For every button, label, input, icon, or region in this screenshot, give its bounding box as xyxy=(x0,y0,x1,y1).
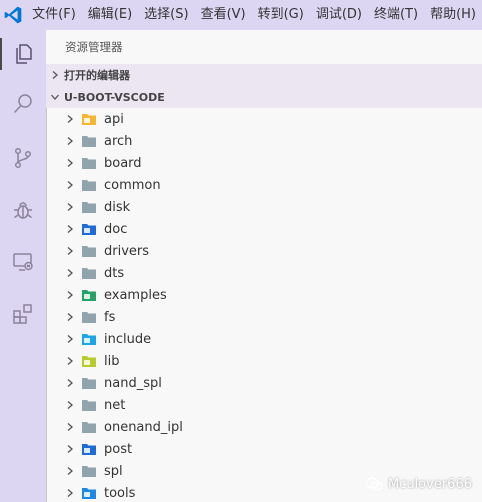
tree-item-label: doc xyxy=(104,221,128,237)
tree-item-label: include xyxy=(104,331,152,347)
explorer-icon[interactable] xyxy=(0,32,46,76)
chevron-right-icon xyxy=(63,466,77,476)
tree-item-label: dts xyxy=(104,265,125,281)
activity-bar xyxy=(0,30,46,502)
folder-icon xyxy=(81,419,97,435)
chevron-right-icon xyxy=(63,378,77,388)
folder-icon xyxy=(81,155,97,171)
tree-item-label: board xyxy=(104,155,142,171)
menu-go[interactable]: 转到(G) xyxy=(252,0,310,30)
folder-icon xyxy=(81,309,97,325)
chevron-right-icon xyxy=(63,224,77,234)
folder-icon xyxy=(81,111,97,127)
tree-folder-common[interactable]: common xyxy=(47,174,482,196)
tree-item-label: examples xyxy=(104,287,167,303)
menu-view[interactable]: 查看(V) xyxy=(195,0,252,30)
source-control-icon[interactable] xyxy=(0,136,46,180)
chevron-right-icon xyxy=(63,312,77,322)
explorer-title: 资源管理器 xyxy=(65,40,123,54)
folder-icon xyxy=(81,353,97,369)
tree-folder-arch[interactable]: arch xyxy=(47,130,482,152)
tree-item-label: post xyxy=(104,441,133,457)
tree-folder-fs[interactable]: fs xyxy=(47,306,482,328)
tree-folder-drivers[interactable]: drivers xyxy=(47,240,482,262)
chevron-right-icon xyxy=(63,356,77,366)
tree-item-label: nand_spl xyxy=(104,375,162,391)
open-editors-label: 打开的编辑器 xyxy=(64,69,130,82)
chevron-down-icon xyxy=(46,92,64,102)
folder-icon xyxy=(81,199,97,215)
debug-icon[interactable] xyxy=(0,188,46,232)
tree-item-label: api xyxy=(104,111,124,127)
menu-selection[interactable]: 选择(S) xyxy=(138,0,194,30)
chevron-right-icon xyxy=(63,268,77,278)
title-bar: 文件(F) 编辑(E) 选择(S) 查看(V) 转到(G) 调试(D) 终端(T… xyxy=(0,0,482,30)
open-editors-header[interactable]: 打开的编辑器 xyxy=(46,64,482,86)
chevron-right-icon xyxy=(63,400,77,410)
tree-folder-api[interactable]: api xyxy=(47,108,482,130)
tree-folder-disk[interactable]: disk xyxy=(47,196,482,218)
watermark-text: Mculover666 xyxy=(387,476,472,492)
tree-folder-onenand-ipl[interactable]: onenand_ipl xyxy=(47,416,482,438)
remote-explorer-icon[interactable] xyxy=(0,240,46,284)
tree-folder-net[interactable]: net xyxy=(47,394,482,416)
workspace-label: U-BOOT-VSCODE xyxy=(64,90,165,104)
wechat-icon xyxy=(365,476,383,492)
menu-debug[interactable]: 调试(D) xyxy=(310,0,368,30)
chevron-right-icon xyxy=(63,246,77,256)
chevron-right-icon xyxy=(63,114,77,124)
chevron-right-icon xyxy=(63,488,77,498)
folder-icon xyxy=(81,221,97,237)
tree-folder-post[interactable]: post xyxy=(47,438,482,460)
tree-folder-doc[interactable]: doc xyxy=(47,218,482,240)
tree-item-label: fs xyxy=(104,309,116,325)
folder-icon xyxy=(81,133,97,149)
vscode-logo-icon xyxy=(0,0,26,30)
explorer-sidebar: 资源管理器 打开的编辑器 U-BOOT-VSCODE api arch board c… xyxy=(46,30,482,502)
workspace-header[interactable]: U-BOOT-VSCODE xyxy=(46,86,482,108)
folder-icon xyxy=(81,331,97,347)
tree-folder-lib[interactable]: lib xyxy=(47,350,482,372)
folder-icon xyxy=(81,463,97,479)
chevron-right-icon xyxy=(63,136,77,146)
menu-file[interactable]: 文件(F) xyxy=(26,0,82,30)
folder-icon xyxy=(81,485,97,501)
folder-icon xyxy=(81,265,97,281)
chevron-right-icon xyxy=(46,70,64,80)
extensions-icon[interactable] xyxy=(0,292,46,336)
folder-icon xyxy=(81,441,97,457)
tree-item-label: arch xyxy=(104,133,133,149)
chevron-right-icon xyxy=(63,158,77,168)
tree-item-label: lib xyxy=(104,353,120,369)
menu-help[interactable]: 帮助(H) xyxy=(424,0,482,30)
tree-folder-dts[interactable]: dts xyxy=(47,262,482,284)
chevron-right-icon xyxy=(63,290,77,300)
folder-icon xyxy=(81,397,97,413)
tree-item-label: net xyxy=(104,397,126,413)
tree-folder-board[interactable]: board xyxy=(47,152,482,174)
tree-item-label: onenand_ipl xyxy=(104,419,183,435)
tree-item-label: tools xyxy=(104,485,136,501)
folder-icon xyxy=(81,287,97,303)
folder-icon xyxy=(81,375,97,391)
chevron-right-icon xyxy=(63,422,77,432)
tree-folder-nand-spl[interactable]: nand_spl xyxy=(47,372,482,394)
folder-icon xyxy=(81,243,97,259)
tree-item-label: spl xyxy=(104,463,123,479)
chevron-right-icon xyxy=(63,180,77,190)
chevron-right-icon xyxy=(63,202,77,212)
watermark: Mculover666 xyxy=(365,476,472,492)
tree-item-label: common xyxy=(104,177,161,193)
tree-item-label: disk xyxy=(104,199,131,215)
folder-icon xyxy=(81,177,97,193)
file-tree: api arch board common disk doc drivers dts examp… xyxy=(46,108,482,502)
chevron-right-icon xyxy=(63,334,77,344)
tree-folder-examples[interactable]: examples xyxy=(47,284,482,306)
menu-terminal[interactable]: 终端(T) xyxy=(368,0,424,30)
search-icon[interactable] xyxy=(0,82,46,126)
tree-item-label: drivers xyxy=(104,243,150,259)
tree-folder-include[interactable]: include xyxy=(47,328,482,350)
menu-edit[interactable]: 编辑(E) xyxy=(82,0,138,30)
chevron-right-icon xyxy=(63,444,77,454)
